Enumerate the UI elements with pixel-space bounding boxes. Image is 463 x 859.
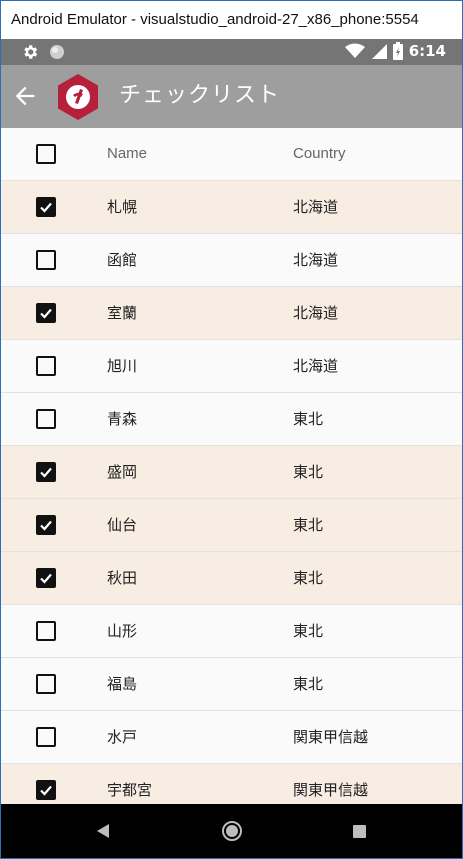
row-checkbox[interactable]	[36, 568, 56, 588]
row-checkbox[interactable]	[36, 727, 56, 747]
row-checkbox[interactable]	[36, 197, 56, 217]
row-checkbox[interactable]	[36, 250, 56, 270]
column-header-name: Name	[107, 145, 148, 162]
checkmark-icon	[40, 308, 52, 319]
table-row[interactable]: 山形 東北	[1, 605, 462, 658]
table-row[interactable]: 札幌 北海道	[1, 181, 462, 234]
wifi-icon	[344, 43, 365, 58]
emulator-window: Android Emulator - visualstudio_android-…	[0, 0, 463, 859]
table-row[interactable]: 室蘭 北海道	[1, 287, 462, 340]
table-header: Name Country	[1, 128, 462, 181]
cell-name: 旭川	[107, 357, 138, 375]
table-row[interactable]: 福島 東北	[1, 658, 462, 711]
gear-icon	[24, 45, 38, 59]
back-button[interactable]	[11, 82, 39, 110]
cell-country: 北海道	[293, 304, 339, 322]
table-row[interactable]: 旭川 北海道	[1, 340, 462, 393]
checkmark-icon	[40, 573, 52, 584]
status-bar: 6:14	[1, 39, 462, 65]
app-logo-icon	[58, 74, 98, 120]
cell-name: 山形	[107, 622, 138, 640]
row-checkbox[interactable]	[36, 356, 56, 376]
checkmark-icon	[40, 785, 52, 796]
page-title: チェックリスト	[119, 83, 281, 108]
row-checkbox[interactable]	[36, 462, 56, 482]
cell-country: 東北	[293, 463, 324, 481]
table-row[interactable]: 函館 北海道	[1, 234, 462, 287]
checkmark-icon	[40, 467, 52, 478]
battery-icon	[392, 42, 403, 60]
cell-name: 室蘭	[107, 304, 138, 322]
table-row[interactable]: 秋田 東北	[1, 552, 462, 605]
cell-name: 福島	[107, 675, 138, 693]
app-bar: チェックリスト	[1, 65, 462, 128]
cell-country: 東北	[293, 516, 324, 534]
nav-recent-icon[interactable]	[353, 825, 366, 838]
cell-name: 青森	[107, 410, 138, 428]
cell-country: 関東甲信越	[293, 781, 369, 799]
cell-country: 東北	[293, 410, 324, 428]
cell-name: 仙台	[107, 516, 138, 534]
nav-back-icon[interactable]	[96, 823, 110, 839]
checklist-table: Name Country 札幌 北海道 函館 北海道 室蘭 北海道 旭川 北海道 青森 東北 盛岡東…	[1, 128, 462, 804]
cell-country: 東北	[293, 622, 324, 640]
window-title: Android Emulator - visualstudio_android-…	[1, 1, 462, 39]
cell-country: 東北	[293, 675, 324, 693]
status-time: 6:14	[408, 42, 446, 60]
cell-name: 函館	[107, 251, 138, 269]
select-all-checkbox[interactable]	[36, 144, 56, 164]
cell-name: 盛岡	[107, 463, 138, 481]
cell-country: 東北	[293, 569, 324, 587]
table-row[interactable]: 水戸 関東甲信越	[1, 711, 462, 764]
row-checkbox[interactable]	[36, 674, 56, 694]
table-row[interactable]: 仙台 東北	[1, 499, 462, 552]
table-row[interactable]: 青森 東北	[1, 393, 462, 446]
back-arrow-icon	[15, 86, 35, 106]
cell-country: 北海道	[293, 198, 339, 216]
row-checkbox[interactable]	[36, 780, 56, 800]
table-row[interactable]: 盛岡 東北	[1, 446, 462, 499]
navigation-bar	[1, 804, 462, 858]
row-checkbox[interactable]	[36, 515, 56, 535]
cell-country: 北海道	[293, 357, 339, 375]
column-header-country: Country	[293, 145, 346, 162]
cell-name: 宇都宮	[107, 781, 153, 799]
table-body: 札幌 北海道 函館 北海道 室蘭 北海道 旭川 北海道 青森 東北 盛岡 東北 仙台 東北 秋田 東北 山形 東北…	[1, 181, 462, 804]
cell-name: 秋田	[107, 569, 138, 587]
circle-icon	[50, 45, 64, 59]
cell-name: 札幌	[107, 198, 138, 216]
signal-icon	[371, 44, 387, 59]
checkmark-icon	[40, 202, 52, 213]
table-row[interactable]: 宇都宮 関東甲信越	[1, 764, 462, 804]
cell-country: 北海道	[293, 251, 339, 269]
cell-name: 水戸	[107, 728, 138, 746]
row-checkbox[interactable]	[36, 303, 56, 323]
cell-country: 関東甲信越	[293, 728, 369, 746]
nav-home-icon[interactable]	[221, 820, 243, 842]
row-checkbox[interactable]	[36, 621, 56, 641]
row-checkbox[interactable]	[36, 409, 56, 429]
checkmark-icon	[40, 520, 52, 531]
